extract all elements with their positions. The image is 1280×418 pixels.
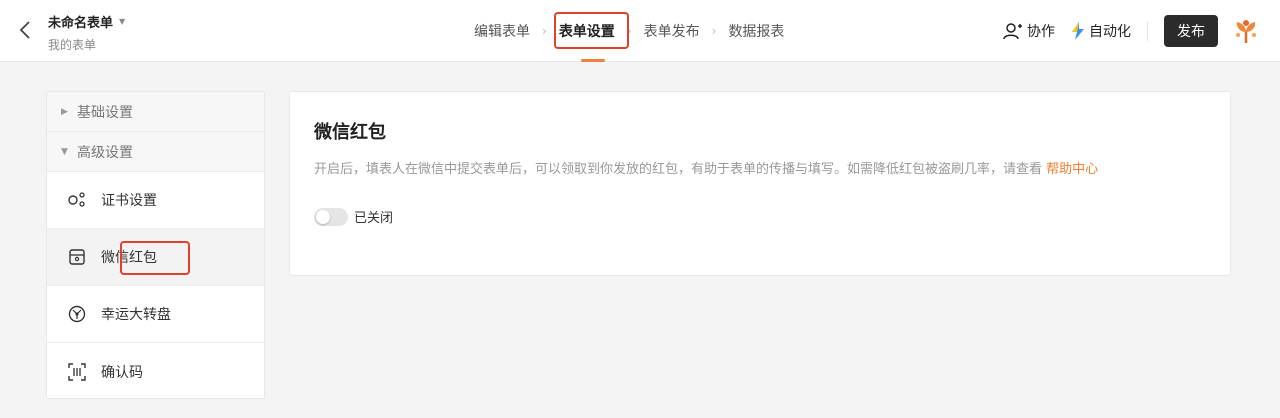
toggle-row: 已关闭 bbox=[314, 207, 393, 226]
sidebar-item-lucky-wheel[interactable]: 幸运大转盘 bbox=[47, 286, 264, 343]
divider bbox=[1147, 21, 1148, 41]
settings-sidebar: ▶ 基础设置 ▼ 高级设置 证书设置 微信红包 幸运大转盘 确认码 bbox=[46, 91, 265, 399]
sidebar-item-confirm-code[interactable]: 确认码 bbox=[47, 343, 264, 398]
group-advanced-settings[interactable]: ▼ 高级设置 bbox=[47, 132, 264, 172]
add-user-icon bbox=[1003, 23, 1022, 40]
header-tools: 协作 自动化 发布 bbox=[1003, 0, 1280, 62]
caret-down-icon: ▼ bbox=[119, 17, 126, 26]
step-nav: 编辑表单 › 表单设置 › 表单发布 › 数据报表 bbox=[472, 0, 786, 62]
red-packet-icon bbox=[67, 247, 87, 267]
collab-label: 协作 bbox=[1027, 24, 1055, 40]
sidebar-item-red-packet[interactable]: 微信红包 bbox=[47, 229, 264, 286]
group-label: 高级设置 bbox=[77, 144, 133, 161]
help-center-link[interactable]: 帮助中心 bbox=[1046, 162, 1098, 177]
chevron-right-icon: › bbox=[711, 24, 717, 38]
lightning-icon bbox=[1072, 22, 1084, 40]
chevron-right-icon: › bbox=[542, 24, 547, 38]
panel-title: 微信红包 bbox=[314, 122, 386, 143]
back-button[interactable] bbox=[14, 19, 36, 41]
panel-description: 开启后，填表人在微信中提交表单后，可以领取到你发放的红包，有助于表单的传播与填写… bbox=[314, 158, 1098, 177]
highlight-box-item bbox=[120, 241, 190, 275]
automation-button[interactable]: 自动化 bbox=[1071, 21, 1131, 41]
sidebar-item-label: 证书设置 bbox=[101, 193, 157, 209]
caret-down-icon: ▼ bbox=[61, 146, 68, 157]
collab-button[interactable]: 协作 bbox=[1003, 21, 1055, 41]
active-step-indicator bbox=[581, 59, 605, 62]
form-title-dropdown[interactable]: 未命名表单 ▼ bbox=[48, 12, 125, 31]
lucky-wheel-icon bbox=[67, 304, 87, 324]
group-basic-settings[interactable]: ▶ 基础设置 bbox=[47, 92, 264, 132]
form-title: 未命名表单 bbox=[48, 16, 114, 31]
sidebar-item-label: 确认码 bbox=[101, 364, 143, 381]
brand-logo-icon bbox=[1232, 17, 1260, 45]
group-label: 基础设置 bbox=[77, 104, 133, 121]
step-edit-form[interactable]: 编辑表单 bbox=[472, 21, 532, 41]
red-packet-toggle[interactable] bbox=[314, 207, 348, 226]
form-subtitle: 我的表单 bbox=[48, 38, 97, 52]
toggle-knob bbox=[316, 209, 330, 224]
toggle-status-label: 已关闭 bbox=[354, 211, 394, 226]
caret-right-icon: ▶ bbox=[61, 106, 68, 117]
publish-button[interactable]: 发布 bbox=[1164, 15, 1218, 47]
certificate-icon bbox=[67, 190, 87, 210]
settings-panel: 微信红包 开启后，填表人在微信中提交表单后，可以领取到你发放的红包，有助于表单的… bbox=[289, 91, 1231, 276]
sidebar-item-certificate[interactable]: 证书设置 bbox=[47, 172, 264, 229]
automation-label: 自动化 bbox=[1089, 24, 1131, 40]
description-text: 开启后，填表人在微信中提交表单后，可以领取到你发放的红包，有助于表单的传播与填写… bbox=[314, 162, 1043, 177]
scan-code-icon bbox=[67, 362, 87, 382]
chevron-left-icon bbox=[19, 21, 30, 39]
top-header: 未命名表单 ▼ 我的表单 编辑表单 › 表单设置 › 表单发布 › 数据报表 协… bbox=[0, 0, 1280, 62]
highlight-box-step bbox=[554, 12, 629, 49]
sidebar-item-label: 幸运大转盘 bbox=[101, 307, 171, 323]
step-form-publish[interactable]: 表单发布 bbox=[642, 21, 702, 41]
step-data-report[interactable]: 数据报表 bbox=[726, 21, 786, 41]
form-title-area: 未命名表单 ▼ 我的表单 bbox=[48, 12, 125, 53]
